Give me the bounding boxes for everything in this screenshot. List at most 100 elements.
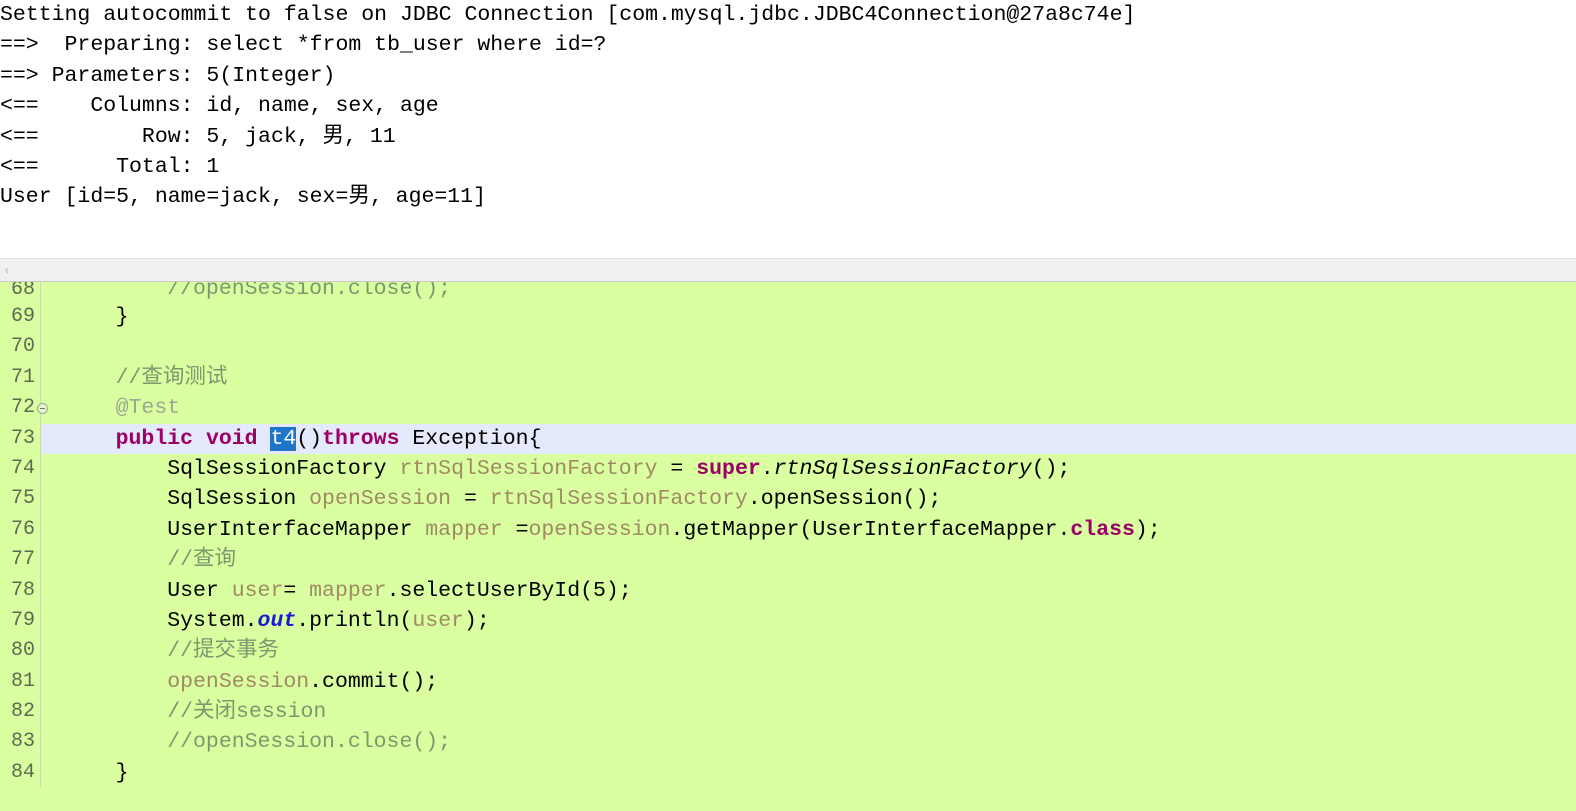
code-token: .selectUserById(5);: [386, 578, 632, 603]
console-line: Setting autocommit to false on JDBC Conn…: [0, 3, 1136, 27]
code-line-row[interactable]: 77 //查询: [0, 545, 1576, 576]
code-token: User: [64, 578, 232, 603]
code-line-row[interactable]: 80 //提交事务: [0, 636, 1576, 667]
code-token: rtnSqlSessionFactory: [773, 456, 1032, 481]
code-token: );: [1134, 517, 1161, 542]
code-line-row[interactable]: 68 //openSession.close();: [0, 282, 1576, 302]
code-line-text[interactable]: SqlSessionFactory rtnSqlSessionFactory =…: [41, 454, 1576, 484]
code-token: super: [696, 456, 761, 481]
console-line: <== Columns: id, name, sex, age: [0, 94, 439, 119]
code-token: void: [205, 426, 258, 451]
code-line-text[interactable]: //查询测试: [41, 363, 1576, 393]
code-line-text[interactable]: }: [41, 302, 1576, 332]
code-token: //查询: [167, 548, 237, 573]
code-token: //关闭session: [167, 700, 327, 725]
code-line-row[interactable]: 82 //关闭session: [0, 697, 1576, 728]
code-token: @Test: [115, 396, 181, 421]
collapse-chevron-icon[interactable]: ‹: [1, 263, 13, 277]
code-line-row[interactable]: 78 User user= mapper.selectUserById(5);: [0, 575, 1576, 606]
code-token: UserInterfaceMapper: [64, 517, 426, 542]
line-number[interactable]: 83: [0, 727, 41, 758]
code-line-text[interactable]: UserInterfaceMapper mapper =openSession.…: [41, 515, 1576, 545]
line-number[interactable]: 82: [0, 697, 41, 728]
code-line-text[interactable]: //提交事务: [41, 636, 1576, 666]
code-token: openSession: [528, 517, 671, 542]
code-token: rtnSqlSessionFactory: [489, 487, 748, 512]
code-token: .openSession();: [747, 487, 942, 512]
code-token: throws: [322, 426, 400, 451]
code-token: =: [657, 456, 697, 481]
code-line-text[interactable]: @Test: [41, 393, 1576, 423]
line-number[interactable]: 81: [0, 666, 41, 698]
code-line-text[interactable]: public void t4()throws Exception{: [41, 424, 1576, 454]
code-token: public: [115, 426, 194, 451]
code-line-row[interactable]: 71 //查询测试: [0, 362, 1576, 394]
code-token: SqlSession: [64, 487, 310, 512]
code-token: rtnSqlSessionFactory: [399, 456, 658, 481]
line-number[interactable]: 84: [0, 757, 41, 789]
code-line-row[interactable]: 76 UserInterfaceMapper mapper =openSessi…: [0, 514, 1576, 546]
code-token: openSession: [167, 669, 310, 694]
console-line: <== Total: 1: [0, 155, 220, 180]
code-line-row[interactable]: 70: [0, 332, 1576, 363]
code-token: =: [451, 487, 490, 512]
java-source-editor[interactable]: 68 //openSession.close(); 69 } 70 71 //查询测试…: [0, 282, 1576, 811]
code-line-text[interactable]: }: [41, 758, 1576, 788]
code-line-row[interactable]: 75 SqlSession openSession = rtnSqlSessio…: [0, 484, 1576, 515]
code-token: user: [231, 578, 284, 603]
code-line-row[interactable]: 72 @Test: [0, 393, 1576, 424]
code-line-row[interactable]: 81 openSession.commit();: [0, 666, 1576, 698]
line-number[interactable]: 73: [0, 423, 41, 454]
line-number[interactable]: 71: [0, 362, 41, 394]
line-number[interactable]: 79: [0, 605, 41, 637]
code-line-row[interactable]: 84 }: [0, 757, 1576, 789]
code-token: .commit();: [309, 669, 439, 694]
code-line-row[interactable]: 74 SqlSessionFactory rtnSqlSessionFactor…: [0, 453, 1576, 485]
code-token: //openSession.close();: [167, 282, 452, 301]
code-token: openSession: [309, 487, 452, 512]
code-token: ();: [1031, 456, 1071, 481]
code-line-row[interactable]: 79 System.out.println(user);: [0, 605, 1576, 637]
editor-console-divider[interactable]: ‹: [0, 258, 1576, 282]
code-token: SqlSessionFactory: [64, 456, 400, 481]
line-number[interactable]: 75: [0, 484, 41, 515]
code-line-text[interactable]: SqlSession openSession = rtnSqlSessionFa…: [41, 484, 1576, 514]
line-number[interactable]: 80: [0, 636, 41, 667]
line-number[interactable]: 74: [0, 453, 41, 485]
selected-text: t4: [270, 426, 297, 451]
console-line: ==> Parameters: 5(Integer): [0, 63, 336, 88]
code-line-row[interactable]: 83 //openSession.close();: [0, 727, 1576, 758]
line-number[interactable]: 68: [0, 282, 41, 302]
console-panel[interactable]: Setting autocommit to false on JDBC Conn…: [0, 0, 1576, 258]
code-line-text[interactable]: openSession.commit();: [41, 667, 1576, 697]
code-line-text[interactable]: //关闭session: [41, 697, 1576, 727]
code-line-text[interactable]: User user= mapper.selectUserById(5);: [41, 576, 1576, 606]
code-token: mapper: [425, 517, 503, 542]
code-token: out: [257, 608, 297, 633]
code-line-text[interactable]: //openSession.close();: [41, 282, 1576, 302]
line-number[interactable]: 76: [0, 514, 41, 546]
code-token: .: [760, 456, 774, 481]
line-number[interactable]: 77: [0, 545, 41, 576]
code-line-text[interactable]: //openSession.close();: [41, 727, 1576, 757]
console-line: User [id=5, name=jack, sex=男, age=11]: [0, 185, 486, 210]
code-line-row[interactable]: 69 }: [0, 302, 1576, 333]
line-number[interactable]: 78: [0, 575, 41, 606]
code-line-text[interactable]: //查询: [41, 545, 1576, 575]
code-token: }: [64, 760, 129, 785]
code-line-text[interactable]: System.out.println(user);: [41, 606, 1576, 636]
code-token: (): [296, 426, 323, 451]
line-number[interactable]: 72: [0, 393, 48, 424]
line-number[interactable]: 69: [0, 302, 41, 333]
line-number[interactable]: 70: [0, 332, 41, 363]
code-line-row[interactable]: 73 public void t4()throws Exception{: [0, 423, 1576, 454]
